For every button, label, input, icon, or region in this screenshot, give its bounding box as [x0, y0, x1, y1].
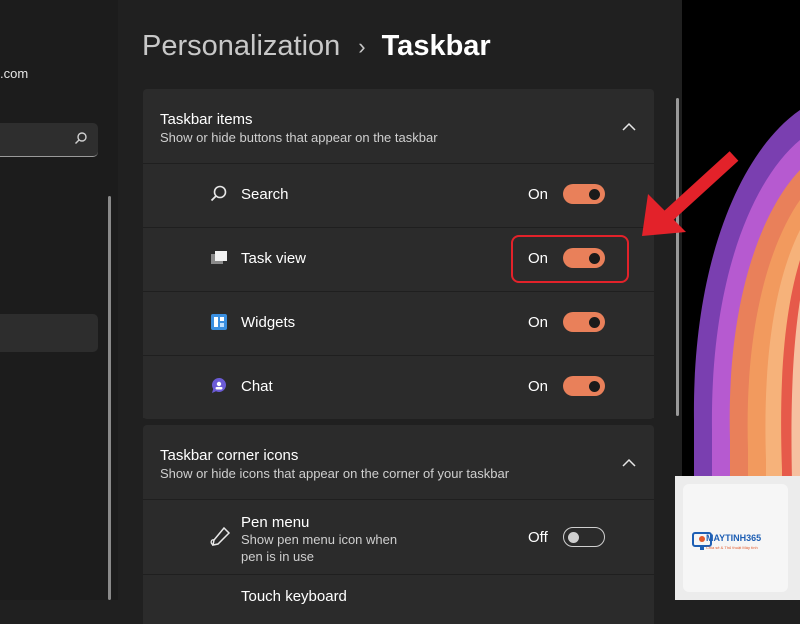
- corner-icons-header[interactable]: Taskbar corner icons Show or hide icons …: [143, 425, 654, 499]
- setting-label: Task view: [241, 250, 307, 267]
- search-toggle[interactable]: [563, 184, 605, 204]
- taskbar-items-section: Taskbar items Show or hide buttons that …: [143, 89, 654, 419]
- setting-row-widgets: Widgets On: [143, 291, 654, 354]
- pen-icon: [209, 526, 231, 546]
- task-view-icon: [209, 248, 229, 268]
- chevron-up-icon[interactable]: [622, 455, 636, 473]
- toggle-state-text: On: [528, 314, 549, 331]
- setting-row-search: Search On: [143, 163, 654, 226]
- widgets-icon: [209, 312, 229, 332]
- watermark-logo: MAYTINH365 Chia sẻ & Thủ thuật Máy tính: [675, 476, 800, 600]
- red-arrow-icon: [642, 151, 739, 236]
- breadcrumb-separator: ›: [358, 33, 366, 59]
- breadcrumb-personalization[interactable]: Personalization: [142, 30, 340, 63]
- navigation-pane: .com: [0, 0, 118, 600]
- setting-row-pen-menu: Pen menu Show pen menu icon when pen is …: [143, 499, 654, 574]
- pen-menu-toggle[interactable]: [563, 527, 605, 547]
- toggle-knob: [568, 531, 579, 543]
- widgets-toggle[interactable]: [563, 312, 605, 332]
- nav-item-personalization[interactable]: [0, 314, 98, 352]
- search-icon: [74, 131, 88, 150]
- section-title: Taskbar corner icons: [160, 447, 299, 464]
- content-scrollbar[interactable]: [676, 98, 679, 416]
- section-title: Taskbar items: [160, 111, 253, 128]
- setting-label: Touch keyboard: [241, 588, 347, 605]
- taskbar-items-header[interactable]: Taskbar items Show or hide buttons that …: [143, 89, 654, 163]
- settings-content: Personalization › Taskbar Taskbar items …: [118, 0, 682, 624]
- toggle-knob: [589, 189, 600, 200]
- toggle-state-text: On: [528, 378, 549, 395]
- settings-search-box[interactable]: [0, 123, 98, 157]
- breadcrumb: Personalization › Taskbar: [142, 30, 491, 63]
- setting-row-touch-keyboard: Touch keyboard: [143, 574, 654, 624]
- brand-name: MAYTINH365: [706, 533, 762, 543]
- setting-description: Show pen menu icon when pen is in use: [241, 532, 398, 564]
- toggle-state-text: On: [528, 186, 549, 203]
- section-subtitle: Show or hide buttons that appear on the …: [160, 130, 438, 145]
- account-email: .com: [0, 66, 29, 81]
- setting-row-chat: Chat On: [143, 355, 654, 418]
- search-icon: [209, 184, 229, 204]
- nav-scrollbar[interactable]: [108, 196, 111, 600]
- chat-toggle[interactable]: [563, 376, 605, 396]
- toggle-knob: [589, 381, 600, 392]
- setting-label: Chat: [241, 378, 273, 395]
- setting-label: Search: [241, 186, 289, 203]
- chevron-up-icon[interactable]: [622, 119, 636, 137]
- section-subtitle: Show or hide icons that appear on the co…: [160, 466, 510, 481]
- page-title: Taskbar: [381, 30, 491, 62]
- setting-label: Widgets: [241, 314, 296, 331]
- setting-row-task-view: Task view On: [143, 227, 654, 290]
- brand-tagline: Chia sẻ & Thủ thuật Máy tính: [706, 545, 758, 550]
- taskbar-corner-icons-section: Taskbar corner icons Show or hide icons …: [143, 425, 654, 624]
- toggle-knob: [589, 317, 600, 328]
- chat-icon: [209, 376, 229, 396]
- toggle-state-text: Off: [528, 529, 548, 546]
- setting-label: Pen menu: [241, 514, 310, 531]
- highlight-box: [511, 235, 629, 283]
